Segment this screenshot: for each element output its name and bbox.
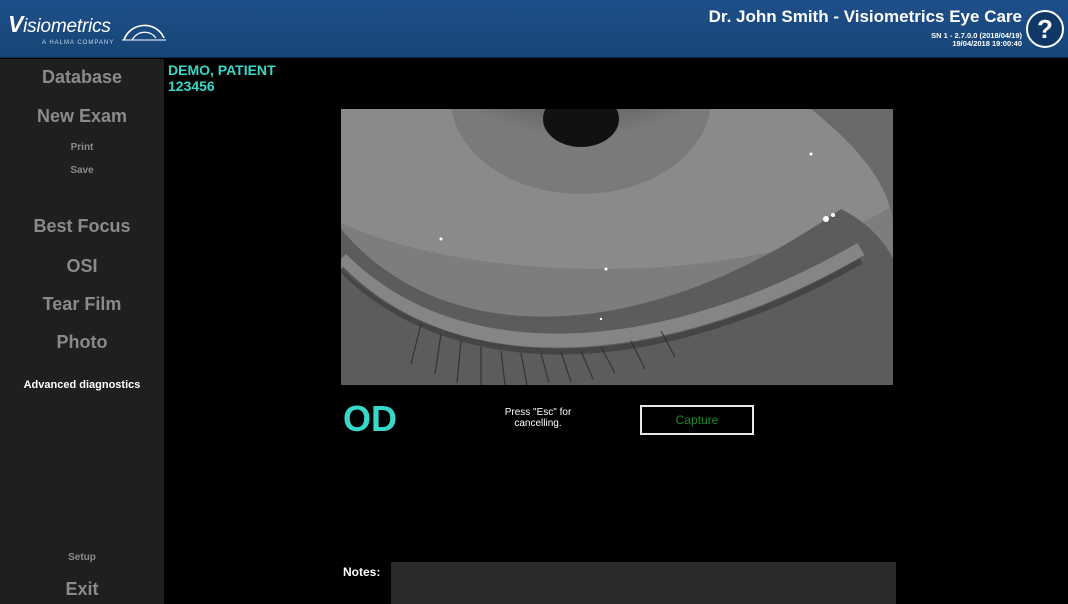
logo-wordmark: isiometrics	[23, 16, 111, 37]
esc-hint: Press "Esc" for cancelling.	[498, 407, 578, 429]
help-icon[interactable]: ?	[1026, 10, 1064, 48]
sidebar-item-new-exam[interactable]: New Exam	[0, 106, 164, 127]
patient-name: DEMO, PATIENT	[168, 62, 276, 78]
notes-label: Notes:	[343, 565, 381, 579]
sidebar-item-photo[interactable]: Photo	[0, 332, 164, 353]
sidebar-item-save[interactable]: Save	[0, 165, 164, 176]
esc-hint-line2: cancelling.	[514, 418, 562, 429]
sidebar-item-exit[interactable]: Exit	[0, 579, 164, 600]
version-info: SN 1 - 2.7.0.0 (2018/04/19) 19/04/2018 1…	[931, 32, 1022, 48]
sidebar-item-best-focus[interactable]: Best Focus	[0, 216, 164, 237]
patient-info: DEMO, PATIENT 123456	[168, 62, 276, 94]
logo-text: Visiometrics	[8, 11, 111, 38]
eye-image	[341, 109, 893, 385]
eye-camera-view	[341, 109, 893, 385]
sidebar-item-database[interactable]: Database	[0, 67, 164, 88]
logo-swoosh-icon	[122, 24, 166, 41]
eye-side-label: OD	[343, 398, 397, 439]
sidebar-item-setup[interactable]: Setup	[0, 552, 164, 563]
esc-hint-line1: Press "Esc" for	[504, 407, 572, 418]
date-time: 19/04/2018 19:00:40	[952, 39, 1022, 48]
patient-id: 123456	[168, 78, 215, 94]
logo-initial: V	[8, 11, 24, 37]
sidebar-item-osi[interactable]: OSI	[0, 256, 164, 277]
sidebar-item-advanced-diagnostics[interactable]: Advanced diagnostics	[0, 379, 164, 391]
notes-input[interactable]	[391, 562, 896, 604]
app-header: Visiometrics A HALMA COMPANY Dr. John Sm…	[0, 0, 1068, 58]
sidebar-item-tear-film[interactable]: Tear Film	[0, 294, 164, 315]
logo-subtitle: A HALMA COMPANY	[42, 40, 115, 46]
visiometrics-logo: Visiometrics A HALMA COMPANY	[8, 8, 168, 48]
doctor-name: Dr. John Smith - Visiometrics Eye Care	[708, 7, 1022, 26]
capture-button[interactable]: Capture	[640, 405, 754, 435]
sidebar-item-print[interactable]: Print	[0, 142, 164, 153]
